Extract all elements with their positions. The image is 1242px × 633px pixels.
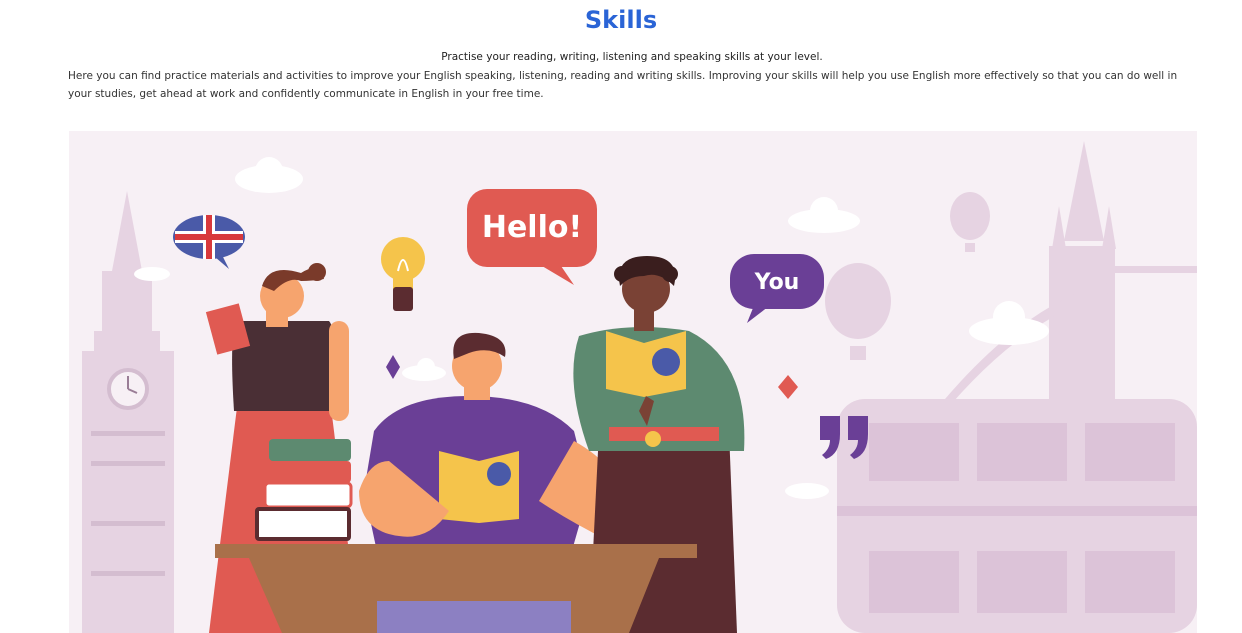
- tower-bridge: [919, 141, 1197, 431]
- light-bulb-icon: [381, 237, 425, 311]
- you-bubble-text: You: [754, 270, 800, 295]
- table-illustration: [215, 544, 697, 633]
- uk-flag-bubble: [173, 215, 245, 269]
- you-speech-bubble: You: [730, 254, 824, 323]
- big-ben-tower: [82, 191, 174, 633]
- hello-bubble-text: Hello!: [482, 210, 582, 245]
- hero-illustration: Hello! You: [69, 131, 1197, 633]
- page-title: Skills: [584, 6, 658, 34]
- book-stack-illustration: [255, 439, 353, 541]
- intro-paragraph: Here you can find practice materials and…: [68, 70, 1178, 100]
- double-decker-bus: [837, 399, 1197, 633]
- hello-speech-bubble: Hello!: [467, 189, 597, 285]
- page-subtitle: Practise your reading, writing, listenin…: [441, 51, 823, 63]
